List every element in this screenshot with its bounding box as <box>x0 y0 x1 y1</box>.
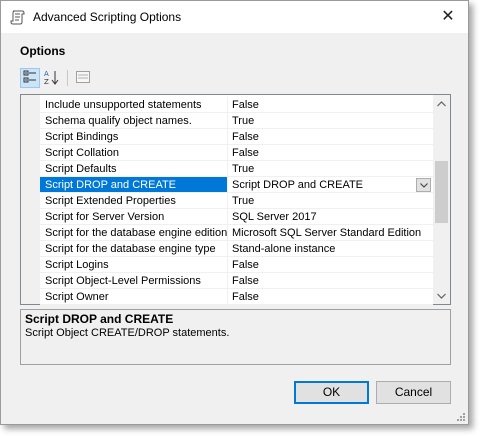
property-value[interactable]: True <box>228 161 433 177</box>
property-value[interactable]: True <box>228 193 433 209</box>
property-row[interactable]: Script Collation False <box>21 145 433 161</box>
property-row[interactable]: Script Logins False <box>21 257 433 273</box>
property-value[interactable]: Script DROP and CREATE <box>228 177 433 193</box>
options-heading: Options <box>20 44 66 58</box>
property-value[interactable]: Microsoft SQL Server Standard Edition <box>228 225 433 241</box>
title-bar: Advanced Scripting Options ✕ <box>1 1 468 33</box>
categorized-button[interactable] <box>20 68 40 88</box>
scroll-up-button[interactable] <box>433 95 450 112</box>
property-row[interactable]: Script Bindings False <box>21 129 433 145</box>
value-dropdown-button[interactable] <box>416 178 431 192</box>
property-pages-icon <box>76 70 90 86</box>
resize-grip-icon[interactable] <box>455 411 465 421</box>
property-row[interactable]: Script Extended Properties True <box>21 193 433 209</box>
property-value[interactable]: True <box>228 113 433 129</box>
description-panel: Script DROP and CREATE Script Object CRE… <box>20 309 451 365</box>
categorized-icon <box>23 70 37 87</box>
description-title: Script DROP and CREATE <box>25 312 174 326</box>
property-name[interactable]: Script Defaults <box>40 161 227 177</box>
alphabetical-button[interactable]: A Z <box>42 68 62 88</box>
property-grid: Include unsupported statements False Schem… <box>20 94 451 305</box>
property-row[interactable]: Script for the database engine type Stand… <box>21 241 433 257</box>
close-button[interactable]: ✕ <box>428 1 468 33</box>
ok-button[interactable]: OK <box>294 381 369 404</box>
scroll-thumb[interactable] <box>435 161 448 223</box>
property-value[interactable]: False <box>228 145 433 161</box>
chevron-down-icon <box>419 179 428 191</box>
property-name[interactable]: Script Bindings <box>40 129 227 145</box>
svg-text:A: A <box>44 70 49 78</box>
property-value[interactable]: False <box>228 129 433 145</box>
property-value[interactable]: False <box>228 273 433 289</box>
vertical-scrollbar[interactable] <box>433 95 450 304</box>
cancel-button[interactable]: Cancel <box>376 381 451 404</box>
property-name[interactable]: Script Extended Properties <box>40 193 227 209</box>
property-name[interactable]: Script for the database engine edition <box>40 225 227 241</box>
property-value[interactable]: False <box>228 289 433 305</box>
property-value[interactable]: False <box>228 97 433 113</box>
script-scroll-icon <box>10 9 26 25</box>
property-name[interactable]: Schema qualify object names. <box>40 113 227 129</box>
property-name[interactable]: Script Collation <box>40 145 227 161</box>
svg-text:Z: Z <box>44 78 49 85</box>
property-name[interactable]: Script for the database engine type <box>40 241 227 257</box>
scroll-down-button[interactable] <box>433 287 450 304</box>
description-text: Script Object CREATE/DROP statements. <box>25 327 230 339</box>
property-row[interactable]: Script for the database engine edition Mi… <box>21 225 433 241</box>
property-pages-button[interactable] <box>73 68 93 88</box>
toolbar-separator <box>67 70 68 86</box>
property-name[interactable]: Script Owner <box>40 289 227 305</box>
property-name[interactable]: Script for Server Version <box>40 209 227 225</box>
property-value[interactable]: False <box>228 257 433 273</box>
chevron-down-icon <box>437 290 446 302</box>
window-title: Advanced Scripting Options <box>33 10 182 24</box>
property-name[interactable]: Script Logins <box>40 257 227 273</box>
property-row[interactable]: Script Owner False <box>21 289 433 305</box>
property-row[interactable]: Script Defaults True <box>21 161 433 177</box>
property-name[interactable]: Script DROP and CREATE <box>40 177 227 193</box>
property-value[interactable]: SQL Server 2017 <box>228 209 433 225</box>
property-row[interactable]: Script Object-Level Permissions False <box>21 273 433 289</box>
dialog-window: Advanced Scripting Options ✕ Options A Z… <box>0 0 469 425</box>
property-row[interactable]: Include unsupported statements False <box>21 97 433 113</box>
property-row[interactable]: Schema qualify object names. True <box>21 113 433 129</box>
property-name[interactable]: Include unsupported statements <box>40 97 227 113</box>
sort-alphabetical-icon: A Z <box>44 69 60 88</box>
property-row[interactable]: Script DROP and CREATE Script DROP and CR… <box>21 177 433 193</box>
property-name[interactable]: Script Object-Level Permissions <box>40 273 227 289</box>
close-icon: ✕ <box>441 8 455 25</box>
chevron-up-icon <box>437 98 446 110</box>
property-row[interactable]: Script for Server Version SQL Server 2017 <box>21 209 433 225</box>
property-value[interactable]: Stand-alone instance <box>228 241 433 257</box>
